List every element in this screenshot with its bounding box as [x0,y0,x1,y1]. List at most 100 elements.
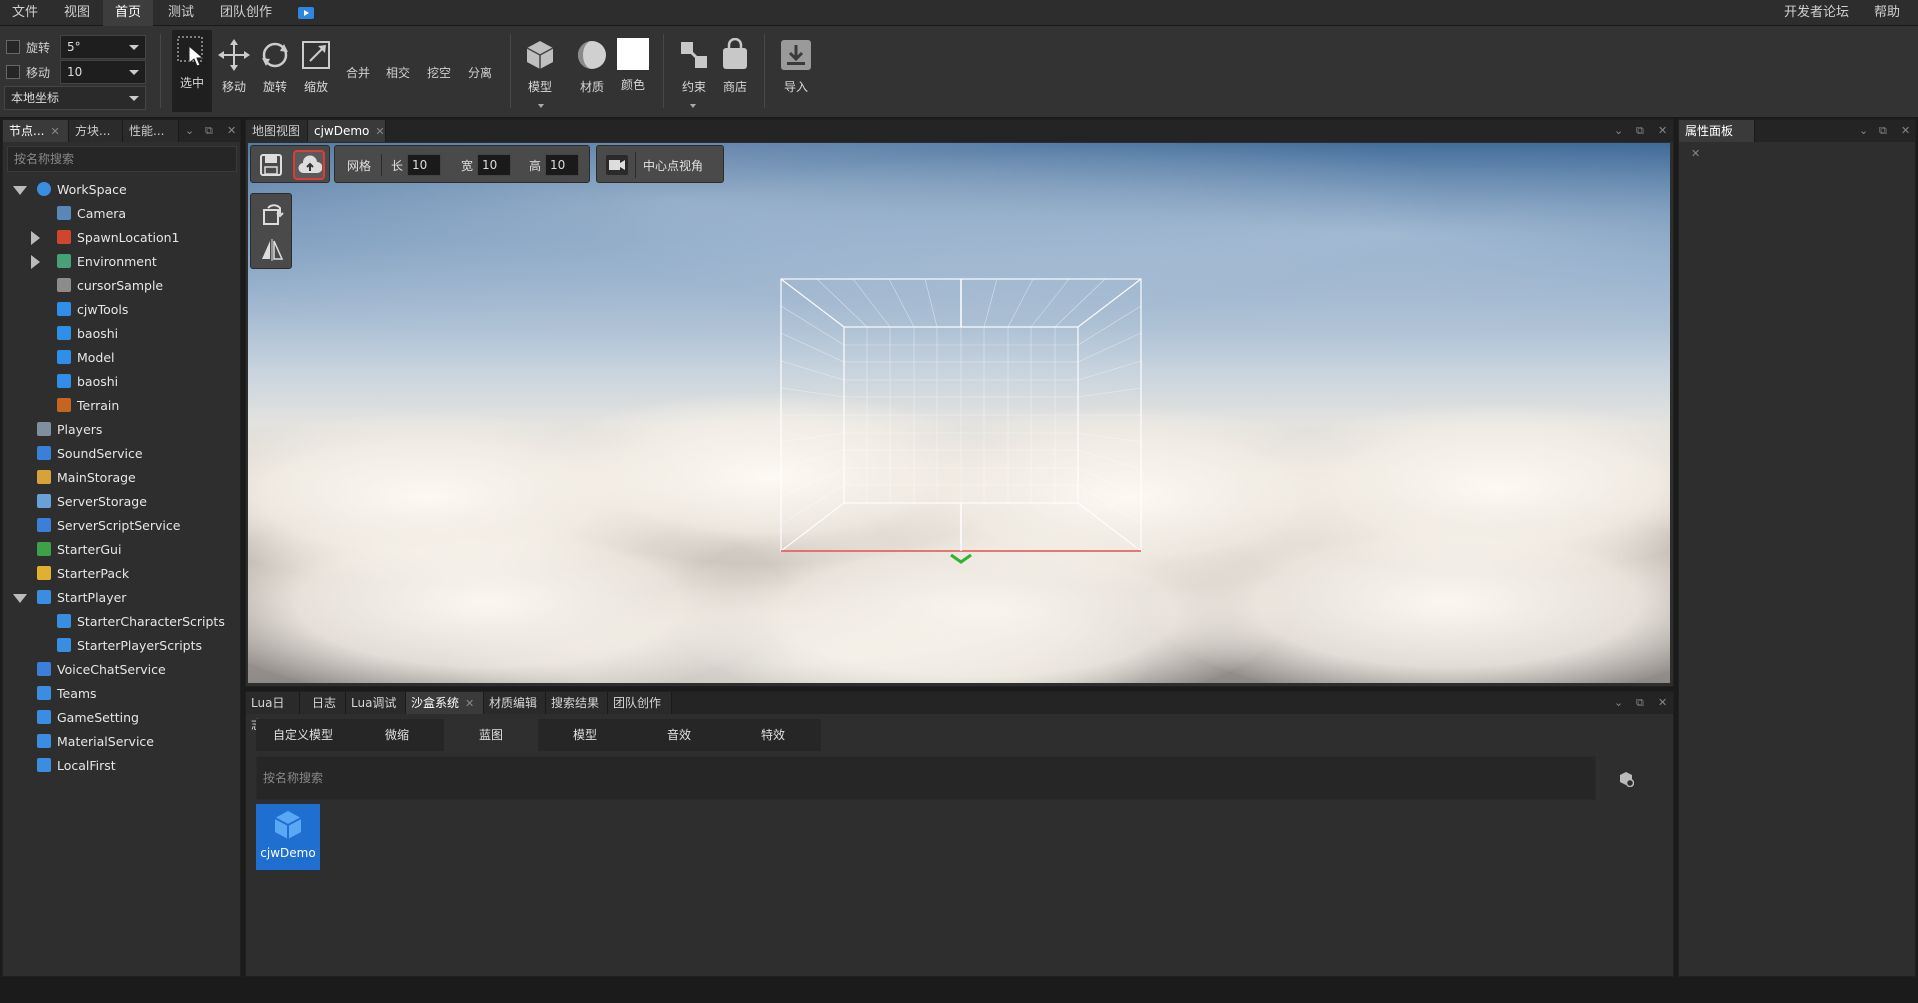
store-button[interactable]: 商店 [714,34,756,110]
close-icon[interactable]: ✕ [375,125,384,138]
length-input[interactable]: 10 [407,154,441,176]
close-icon[interactable]: ✕ [50,125,59,138]
tab-nodes[interactable]: 节点... ✕ [3,120,69,142]
tree-item[interactable]: VoiceChatService [37,658,166,682]
tab-lua-debug[interactable]: Lua调试 [346,692,406,714]
tree-item[interactable]: Environment [57,250,157,274]
scene-viewport[interactable]: 网格 长 10 宽 10 高 10 中心点视角 [248,143,1670,683]
tab-log[interactable]: 日志 [300,692,346,714]
tab-sandbox[interactable]: 沙盒系统 ✕ [406,692,484,714]
close-icon[interactable]: ✕ [1658,696,1667,709]
tree-item[interactable]: Model [57,346,115,370]
close-icon[interactable]: ✕ [465,697,474,710]
menu-home[interactable]: 首页 [103,0,154,26]
play-icon[interactable] [298,7,314,19]
tree-item[interactable]: WorkSpace [37,178,127,202]
chevron-down-icon[interactable]: ⌄ [1614,124,1623,137]
upload-button[interactable] [293,150,325,180]
close-icon[interactable]: ✕ [1901,124,1910,137]
explorer-search-input[interactable]: 按名称搜索 [7,146,237,172]
select-tool-button[interactable]: 选中 [172,30,212,112]
mirror-icon[interactable] [260,238,284,262]
tree-item[interactable]: StarterPlayerScripts [57,634,202,658]
tree-item[interactable]: Camera [57,202,126,226]
save-icon[interactable] [259,153,283,177]
scale-tool-button[interactable]: 缩放 [295,34,337,110]
tree-item[interactable]: Players [37,418,102,442]
tree-item[interactable]: StartPlayer [37,586,126,610]
tree-item[interactable]: Terrain [57,394,119,418]
move-snap-checkbox[interactable] [6,65,20,79]
menu-dev-forum[interactable]: 开发者论坛 [1772,0,1861,26]
menu-view[interactable]: 视图 [52,0,102,26]
close-icon[interactable]: ✕ [1658,124,1667,137]
menu-test[interactable]: 测试 [156,0,206,26]
tree-item[interactable]: ServerStorage [37,490,147,514]
model-insert-button[interactable]: 模型 [519,34,561,110]
tab-cjwdemo[interactable]: cjwDemo ✕ [308,120,386,142]
subtab-custom-model[interactable]: 自定义模型 [256,719,350,751]
collapse-arrow-icon[interactable] [31,255,40,269]
color-button[interactable]: 颜色 [612,34,654,110]
tree-item[interactable]: ServerScriptService [37,514,180,538]
rotate-tool-button[interactable]: 旋转 [254,34,296,110]
menu-file[interactable]: 文件 [0,0,50,26]
tree-item[interactable]: StarterCharacterScripts [57,610,225,634]
tree-item[interactable]: StarterPack [37,562,129,586]
height-input[interactable]: 10 [545,154,579,176]
menu-team-create[interactable]: 团队创作 [208,0,284,26]
subtab-model[interactable]: 模型 [538,719,632,751]
tab-properties[interactable]: 属性面板 ✕ [1679,120,1755,160]
settings-cube-icon[interactable] [1618,771,1634,787]
move-tool-button[interactable]: 移动 [213,34,255,110]
tab-performance[interactable]: 性能... [123,120,179,142]
tree-item[interactable]: baoshi [57,370,118,394]
sandbox-search-input[interactable]: 按名称搜索 [256,756,1596,800]
constraint-button[interactable]: 约束 [673,34,715,110]
subtab-blueprint[interactable]: 蓝图 [444,719,538,751]
tab-team-create[interactable]: 团队创作 [608,692,672,714]
subtab-sound[interactable]: 音效 [632,719,726,751]
chevron-down-icon[interactable]: ⌄ [1859,124,1868,137]
tree-item[interactable]: StarterGui [37,538,121,562]
tab-map-view[interactable]: 地图视图 [246,120,308,142]
coordinate-select[interactable]: 本地坐标 [4,86,146,110]
close-icon[interactable]: ✕ [1691,147,1700,160]
tree-item[interactable]: cjwTools [57,298,128,322]
union-button[interactable]: 合并 [346,64,370,81]
tab-material-edit[interactable]: 材质编辑 [484,692,546,714]
expand-arrow-icon[interactable] [13,594,27,603]
move-snap-select[interactable]: 10 [60,60,146,84]
tab-blocks[interactable]: 方块... [69,120,123,142]
close-icon[interactable]: ✕ [227,124,236,137]
chevron-down-icon[interactable]: ⌄ [185,124,194,137]
asset-tile-cjwdemo[interactable]: cjwDemo [256,804,320,870]
chevron-down-icon[interactable] [690,104,696,108]
tree-item[interactable]: LocalFirst [37,754,116,778]
expand-arrow-icon[interactable] [13,186,27,195]
subtab-mini[interactable]: 微缩 [350,719,444,751]
popout-icon[interactable]: ⧉ [1879,124,1887,138]
subtab-effects[interactable]: 特效 [726,719,820,751]
negate-button[interactable]: 挖空 [427,64,451,81]
tab-lua-log[interactable]: Lua日志 [246,692,300,732]
popout-icon[interactable]: ⧉ [1636,124,1644,138]
tab-search-results[interactable]: 搜索结果 [546,692,608,714]
popout-icon[interactable]: ⧉ [1636,696,1644,710]
material-button[interactable]: 材质 [571,34,613,110]
intersect-button[interactable]: 相交 [386,64,410,81]
collapse-arrow-icon[interactable] [31,231,40,245]
rotate-view-icon[interactable] [260,202,284,226]
import-button[interactable]: 导入 [775,34,817,110]
tree-item[interactable]: SoundService [37,442,143,466]
tree-item[interactable]: baoshi [57,322,118,346]
width-input[interactable]: 10 [477,154,511,176]
tree-item[interactable]: GameSetting [37,706,139,730]
popout-icon[interactable]: ⧉ [205,124,213,138]
tree-item[interactable]: MaterialService [37,730,154,754]
tree-item[interactable]: SpawnLocation1 [57,226,180,250]
rotate-snap-select[interactable]: 5° [60,35,146,59]
tree-item[interactable]: cursorSample [57,274,163,298]
chevron-down-icon[interactable] [538,104,544,108]
menu-help[interactable]: 帮助 [1862,0,1912,26]
